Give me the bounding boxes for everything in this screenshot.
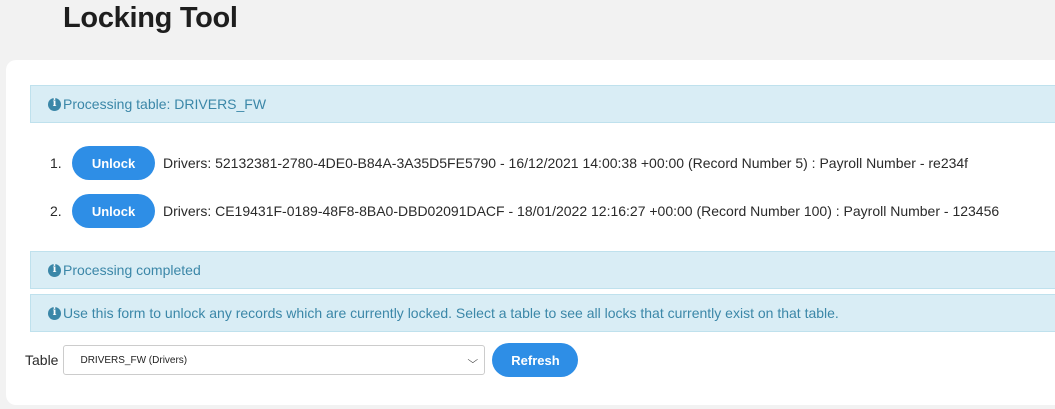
lock-list-item: 2. Unlock Drivers: CE19431F-0189-48F8-8B… [50, 194, 999, 228]
info-icon: i [48, 306, 61, 320]
table-label: Table [25, 352, 59, 368]
lock-description: Drivers: CE19431F-0189-48F8-8BA0-DBD0209… [163, 203, 1000, 219]
table-select-value: DRIVERS_FW (Drivers) [80, 354, 188, 366]
page-title: Locking Tool [63, 2, 238, 34]
lock-list-item: 1. Unlock Drivers: 52132381-2780-4DE0-B8… [50, 146, 968, 180]
main-card: i Processing table: DRIVERS_FW 1. Unlock… [6, 60, 1055, 405]
help-alert-text: Use this form to unlock any records whic… [63, 305, 839, 321]
completed-alert: i Processing completed [30, 251, 1055, 289]
lock-description: Drivers: 52132381-2780-4DE0-B84A-3A35D5F… [163, 155, 969, 171]
processing-alert: i Processing table: DRIVERS_FW [30, 85, 1055, 123]
unlock-button[interactable]: Unlock [72, 146, 155, 180]
list-item-number: 1. [50, 155, 62, 171]
info-icon: i [48, 97, 61, 111]
list-item-number: 2. [50, 203, 62, 219]
table-select-row: Table DRIVERS_FW (Drivers) ⌵ Refresh [25, 343, 579, 377]
refresh-button[interactable]: Refresh [492, 343, 579, 377]
help-alert: i Use this form to unlock any records wh… [30, 294, 1055, 332]
processing-alert-text: Processing table: DRIVERS_FW [63, 96, 267, 112]
table-select[interactable]: DRIVERS_FW (Drivers) ⌵ [63, 345, 486, 375]
completed-alert-text: Processing completed [63, 262, 201, 278]
chevron-down-icon: ⌵ [467, 354, 478, 366]
unlock-button[interactable]: Unlock [72, 194, 155, 228]
info-icon: i [48, 263, 61, 277]
